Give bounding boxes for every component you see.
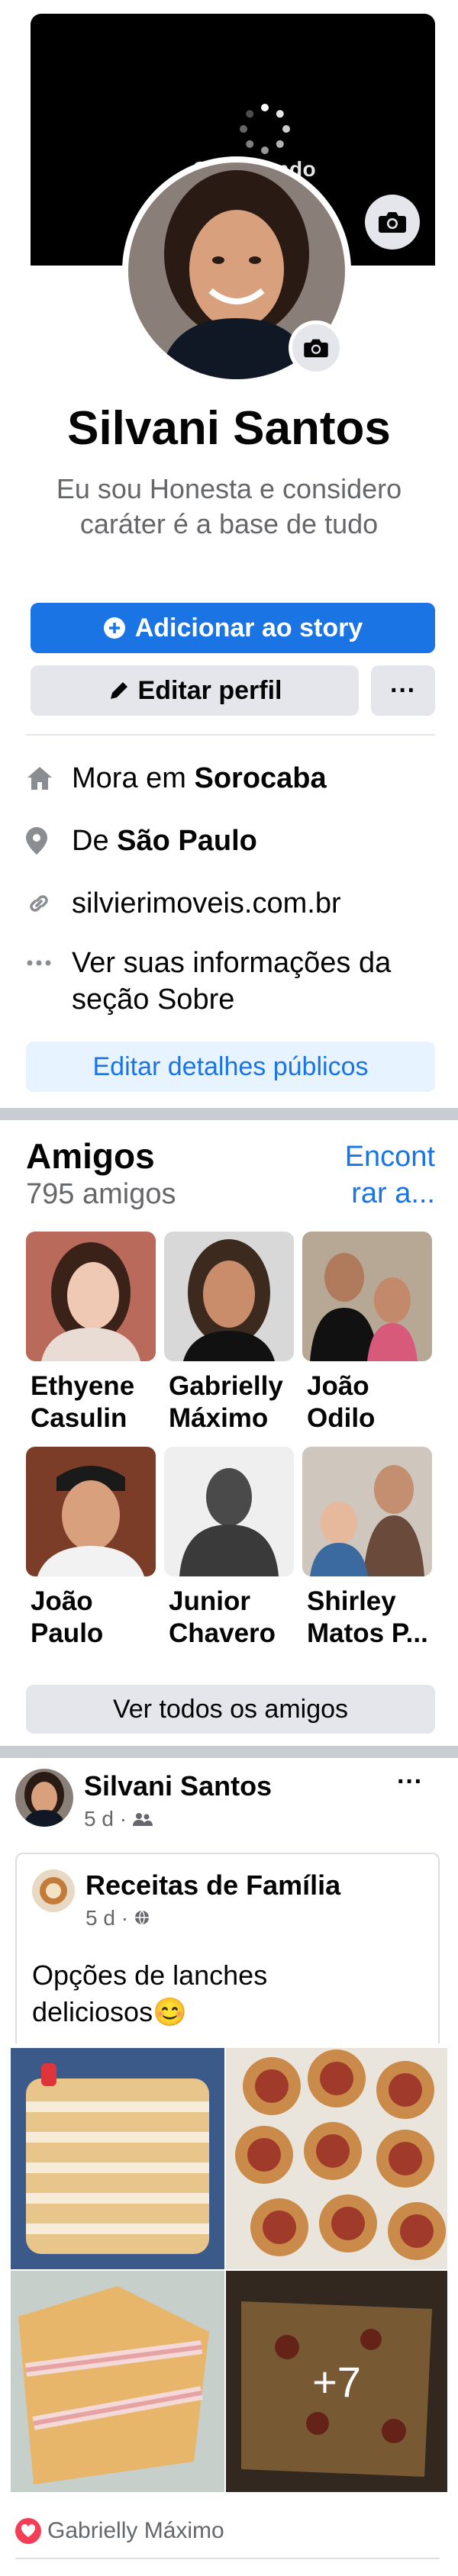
- love-reaction-icon: [15, 2518, 41, 2544]
- friend-name: Shirley Matos P...: [307, 1586, 428, 1648]
- shared-meta: 5 d ·: [85, 1906, 150, 1930]
- friend-tile[interactable]: João Odilo: [302, 1232, 432, 1435]
- edit-profile-label: Editar perfil: [137, 675, 282, 705]
- edit-public-details-label: Editar detalhes públicos: [92, 1051, 369, 1081]
- post-photo[interactable]: [11, 2048, 224, 2269]
- from-prefix: De: [72, 825, 118, 857]
- website-link[interactable]: silvierimoveis.com.br: [72, 885, 341, 922]
- edit-public-details-button[interactable]: Editar detalhes públicos: [26, 1042, 435, 1092]
- friend-photo: [302, 1232, 432, 1361]
- more-options-button[interactable]: ···: [371, 665, 435, 716]
- info-lives-in: Mora em Sorocaba: [26, 760, 327, 797]
- post-time: 5 d ·: [84, 1807, 133, 1831]
- cover-camera-button[interactable]: [365, 195, 420, 250]
- see-all-friends-label: Ver todos os amigos: [112, 1694, 349, 1724]
- location-pin-icon: [26, 823, 72, 859]
- divider: [26, 734, 435, 736]
- shared-time: 5 d ·: [85, 1906, 134, 1930]
- friend-tile[interactable]: Gabrielly Máximo: [164, 1232, 294, 1435]
- profile-bio: Eu sou Honesta e considero caráter é a b…: [56, 473, 402, 539]
- post-author-name[interactable]: Silvani Santos: [84, 1770, 272, 1802]
- camera-icon: [379, 212, 406, 233]
- info-website[interactable]: silvierimoveis.com.br: [26, 885, 341, 922]
- shared-page-avatar[interactable]: [32, 1869, 75, 1912]
- globe-icon: [134, 1910, 149, 1925]
- friend-tile[interactable]: Junior Chavero: [164, 1447, 294, 1650]
- reaction-by: Gabrielly Máximo: [47, 2518, 224, 2543]
- more-dots-icon: [26, 945, 72, 981]
- avatar-camera-button[interactable]: [289, 320, 344, 375]
- camera-icon: [304, 339, 328, 358]
- find-friends-link-line1: Encont: [344, 1141, 435, 1173]
- friends-audience-icon: [132, 1813, 153, 1826]
- friend-photo: [302, 1447, 432, 1576]
- post-meta: 5 d ·: [84, 1807, 153, 1831]
- add-story-button[interactable]: Adicionar ao story: [31, 603, 435, 653]
- friends-count: 795 amigos: [26, 1178, 176, 1210]
- home-icon: [26, 760, 72, 797]
- find-friends-link[interactable]: Encont rar a...: [321, 1138, 435, 1212]
- more-icon: ···: [390, 675, 416, 705]
- reaction-summary[interactable]: Gabrielly Máximo: [15, 2518, 224, 2544]
- friend-photo: [26, 1232, 156, 1361]
- friend-name: Ethyene Casulin: [31, 1371, 135, 1433]
- lives-prefix: Mora em: [72, 762, 195, 794]
- post-text: Opções de lanches deliciosos😊: [32, 1959, 268, 2027]
- friend-name: João Odilo: [307, 1371, 376, 1433]
- shared-page-name[interactable]: Receitas de Família: [85, 1869, 340, 1901]
- post-photo-more[interactable]: +7: [226, 2271, 447, 2492]
- post-author-avatar[interactable]: [15, 1769, 73, 1827]
- find-friends-link-line2: rar a...: [351, 1177, 435, 1209]
- friend-photo: [164, 1232, 294, 1361]
- from-city: São Paulo: [117, 825, 257, 857]
- section-gap: [0, 1108, 458, 1120]
- info-about[interactable]: Ver suas informações da seção Sobre: [26, 945, 438, 1018]
- pencil-icon: [110, 682, 127, 699]
- edit-profile-button[interactable]: Editar perfil: [31, 665, 359, 716]
- profile-name: Silvani Santos: [67, 402, 391, 455]
- friend-name: Gabrielly Máximo: [169, 1371, 283, 1433]
- loading-spinner-icon: [240, 104, 290, 154]
- see-all-friends-button[interactable]: Ver todos os amigos: [26, 1685, 435, 1734]
- link-icon: [26, 885, 72, 922]
- about-link[interactable]: Ver suas informações da seção Sobre: [72, 945, 438, 1018]
- post-photo[interactable]: [11, 2271, 224, 2492]
- friend-photo: [26, 1447, 156, 1576]
- friend-name: João Paulo: [31, 1586, 104, 1648]
- friend-tile[interactable]: Shirley Matos P...: [302, 1447, 432, 1650]
- info-from: De São Paulo: [26, 823, 257, 859]
- divider: [15, 2558, 440, 2559]
- lives-city: Sorocaba: [194, 762, 327, 794]
- friends-title: Amigos: [26, 1136, 155, 1176]
- post-photo[interactable]: [226, 2048, 447, 2269]
- friend-tile[interactable]: Ethyene Casulin: [26, 1232, 156, 1435]
- post-more-icon[interactable]: ···: [397, 1767, 423, 1797]
- more-photos-count: +7: [226, 2271, 447, 2492]
- friend-name: Junior Chavero: [169, 1586, 276, 1648]
- add-story-label: Adicionar ao story: [134, 613, 363, 642]
- plus-circle-icon: [103, 617, 125, 639]
- friend-tile[interactable]: João Paulo: [26, 1447, 156, 1650]
- friend-photo: [164, 1447, 294, 1576]
- section-gap: [0, 1746, 458, 1758]
